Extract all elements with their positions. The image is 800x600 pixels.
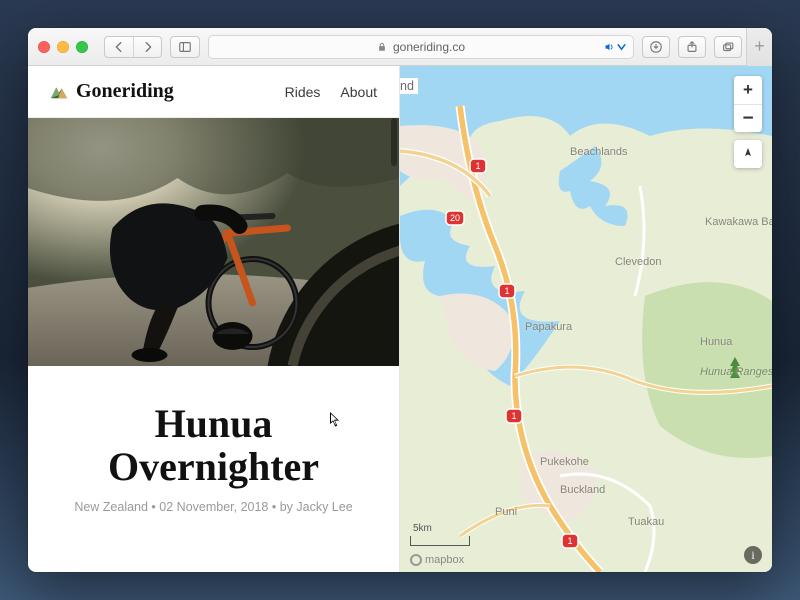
svg-text:1: 1 [504, 286, 509, 296]
new-tab-button[interactable]: + [746, 28, 772, 66]
article-meta: New Zealand • 02 November, 2018 • by Jac… [54, 500, 373, 514]
article-header: Hunua Overnighter New Zealand • 02 Novem… [28, 366, 399, 524]
page-content: Goneriding Rides About [28, 66, 772, 572]
map-label-auckland-peek: nd [400, 78, 418, 94]
svg-text:20: 20 [450, 213, 460, 223]
zoom-window-button[interactable] [76, 41, 88, 53]
browser-window: goneriding.co + [28, 28, 772, 572]
article-title: Hunua Overnighter [54, 402, 373, 488]
map-label-hunua-ranges: Hunua Ranges [700, 366, 772, 378]
mapbox-logo-icon [410, 554, 422, 566]
nav-back-forward [104, 36, 162, 58]
map-label-pukekohe: Pukekohe [540, 456, 589, 468]
map-label-papakura: Papakura [525, 321, 572, 333]
hero-image [28, 118, 399, 366]
brand[interactable]: Goneriding [50, 80, 174, 103]
map-label-hunua: Hunua [700, 336, 732, 348]
compass-icon [741, 147, 755, 161]
nav-about[interactable]: About [340, 84, 377, 100]
map-scale: 5km [410, 523, 470, 546]
url-text: goneriding.co [393, 40, 465, 54]
address-bar[interactable]: goneriding.co [208, 35, 634, 59]
traffic-lights [38, 41, 88, 53]
tabs-button[interactable] [714, 36, 742, 58]
brand-logo-icon [50, 84, 68, 100]
map-scale-text: 5km [413, 523, 470, 534]
map-compass-button[interactable] [734, 140, 762, 168]
map-info-button[interactable]: i [744, 546, 762, 564]
tab-audio-indicator[interactable] [604, 41, 627, 52]
back-button[interactable] [105, 37, 133, 57]
nav-rides[interactable]: Rides [285, 84, 321, 100]
map-label-buckland: Buckland [560, 484, 605, 496]
sidebar-toggle[interactable] [170, 36, 200, 58]
site-nav: Rides About [285, 84, 377, 100]
speaker-icon [604, 41, 615, 52]
map-label-clevedon: Clevedon [615, 256, 661, 268]
minimize-window-button[interactable] [57, 41, 69, 53]
map-label-kawakawa: Kawakawa Bay [705, 216, 772, 228]
svg-text:1: 1 [511, 411, 516, 421]
scrollbar-thumb[interactable] [391, 118, 397, 166]
site-header: Goneriding Rides About [28, 66, 399, 118]
map-canvas[interactable]: 1 20 1 1 1 [400, 66, 772, 572]
lock-icon [377, 42, 387, 52]
svg-text:1: 1 [475, 161, 480, 171]
article-pane: Goneriding Rides About [28, 66, 400, 572]
map-label-beachlands: Beachlands [570, 146, 628, 158]
zoom-out-button[interactable]: − [734, 104, 762, 132]
downloads-button[interactable] [642, 36, 670, 58]
map-attribution[interactable]: mapbox [410, 554, 464, 566]
forward-button[interactable] [133, 37, 161, 57]
map-zoom-controls: + − [734, 76, 762, 132]
map-label-tuakau: Tuakau [628, 516, 664, 528]
share-button[interactable] [678, 36, 706, 58]
close-window-button[interactable] [38, 41, 50, 53]
zoom-in-button[interactable]: + [734, 76, 762, 104]
browser-toolbar: goneriding.co + [28, 28, 772, 66]
map-pane[interactable]: 1 20 1 1 1 nd Beachlands Kawakawa Bay Cl… [400, 66, 772, 572]
svg-text:1: 1 [567, 536, 572, 546]
brand-name: Goneriding [76, 80, 174, 103]
map-label-puni: Puni [495, 506, 517, 518]
